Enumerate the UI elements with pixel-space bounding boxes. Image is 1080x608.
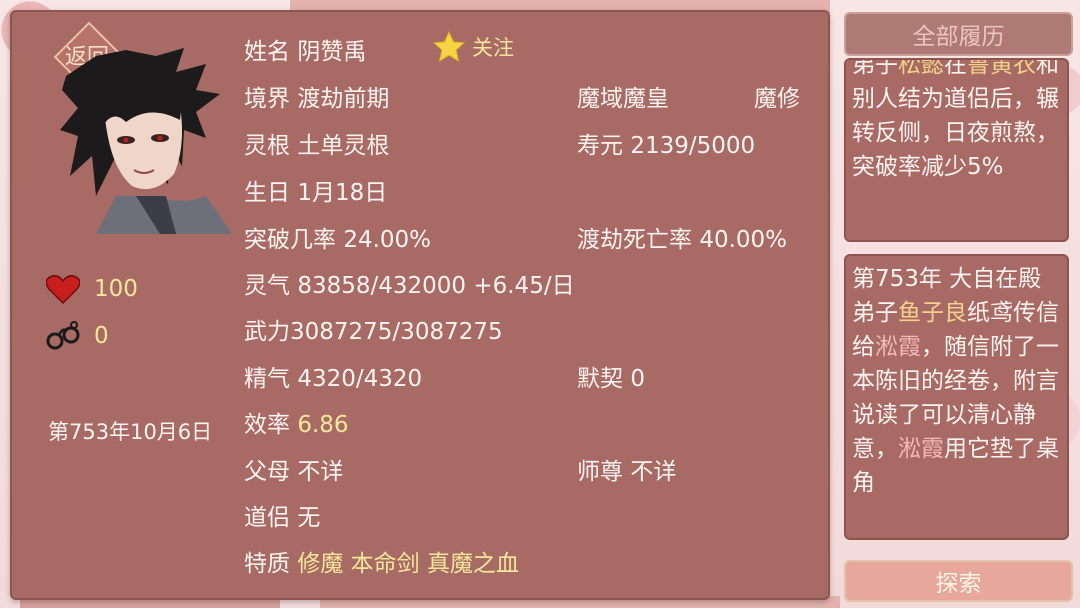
root-line: 灵根 土单灵根 (244, 133, 390, 159)
qi-line: 灵气 83858/432000 +6.45/日 (244, 273, 575, 299)
news-card: 第753年 大自在殿弟子鱼子良纸鸢传信给淞霞，随信附了一本陈旧的经卷，附言说读了… (844, 254, 1069, 540)
heart-icon (46, 274, 80, 304)
title-value: 魔域魔皇 (577, 86, 669, 112)
character-portrait (60, 48, 232, 234)
character-name: 阴赞禹 (297, 39, 367, 65)
cuffs-stat: 0 (46, 321, 109, 351)
force-line: 武力3087275/3087275 (244, 319, 503, 345)
character-link[interactable]: 松懿 (898, 60, 944, 78)
efficiency-line: 效率 6.86 (244, 412, 349, 438)
tribulation-line: 渡劫死亡率 40.00% (577, 227, 788, 253)
breakthrough-line: 突破几率 24.00% (244, 227, 432, 253)
essence-line: 精气 4320/4320 (244, 366, 423, 392)
character-link[interactable]: 鲁黄衣 (967, 60, 1036, 78)
all-history-button[interactable]: 全部履历 (844, 12, 1073, 56)
name-line: 姓名 阴赞禹 (244, 39, 367, 65)
trait-item[interactable]: 本命剑 (351, 551, 420, 577)
game-date: 第753年10月6日 (48, 420, 213, 444)
star-icon (432, 30, 466, 63)
trait-item[interactable]: 修魔 (297, 551, 343, 577)
parents-line: 父母 不详 (244, 459, 344, 485)
master-line: 师尊 不详 (577, 459, 677, 485)
lifespan-line: 寿元 2139/5000 (577, 133, 756, 159)
birthday-line: 生日 1月18日 (244, 180, 388, 206)
character-link[interactable]: 鱼子良 (898, 300, 967, 326)
partner-line: 道侣 无 (244, 505, 321, 531)
realm-line: 境界 渡劫前期 (244, 86, 390, 112)
hearts-stat: 100 (46, 274, 138, 304)
news-card: 弟子松懿在鲁黄衣和别人结为道侣后，辗转反侧，日夜煎熬，突破率减少5% (844, 58, 1069, 242)
traits-line: 特质 修魔 本命剑 真魔之血 (244, 551, 519, 577)
character-link[interactable]: 淞霞 (875, 334, 921, 360)
trait-item[interactable]: 真魔之血 (427, 551, 519, 577)
follow-button[interactable]: 关注 (432, 30, 514, 64)
cultivation-type: 魔修 (754, 86, 800, 112)
explore-button[interactable]: 探索 (844, 560, 1073, 602)
character-link[interactable]: 淞霞 (898, 436, 944, 462)
handcuffs-icon (46, 321, 80, 350)
tacit-line: 默契 0 (577, 366, 645, 392)
character-panel: 返回 100 0 第753年10月6日 姓名 阴赞禹 关注 境界 渡劫前期 魔域… (10, 10, 830, 600)
